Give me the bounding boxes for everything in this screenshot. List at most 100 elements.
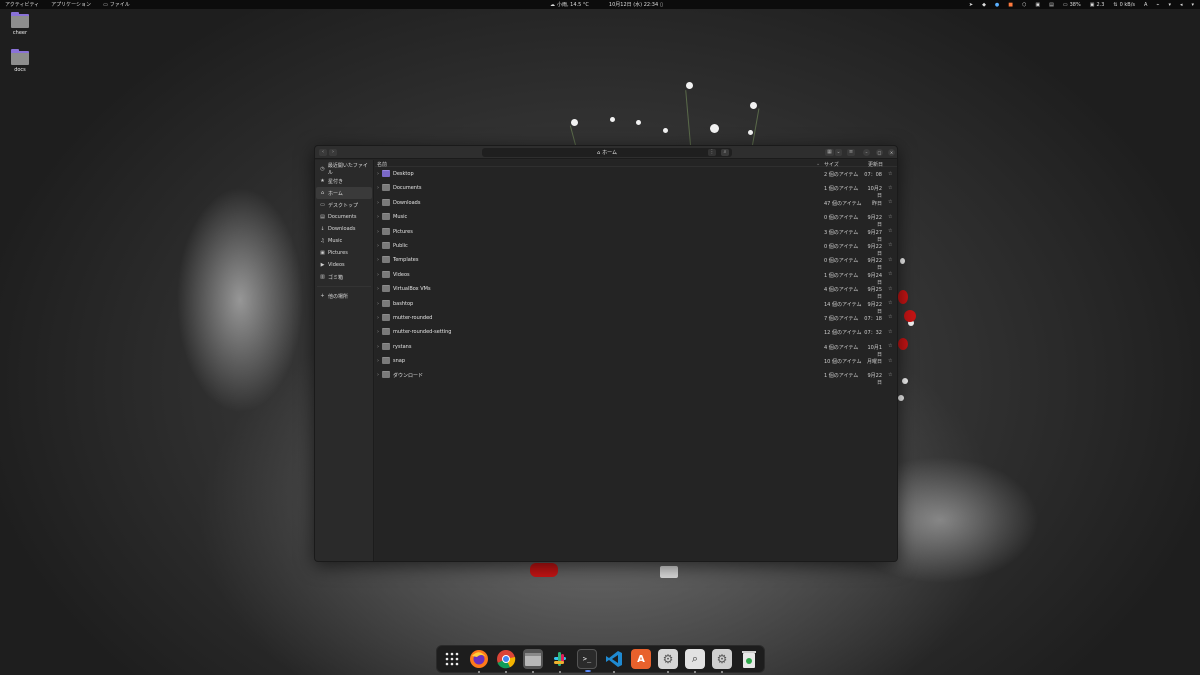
keyboard-layout[interactable]: A <box>1144 2 1147 8</box>
chevron-right-icon[interactable]: › <box>377 214 379 220</box>
table-row[interactable]: › Music 0 個のアイテム 9月22日 ☆ <box>375 210 897 228</box>
star-icon[interactable]: ☆ <box>888 214 892 220</box>
path-menu-button[interactable]: ⋮ <box>708 149 716 156</box>
app-grid-icon[interactable] <box>442 649 462 669</box>
table-row[interactable]: › bashtop 14 個のアイテム 9月22日 ☆ <box>375 297 897 315</box>
files-icon[interactable] <box>523 649 543 673</box>
star-icon[interactable]: ☆ <box>888 358 892 364</box>
slack-icon[interactable] <box>550 649 570 673</box>
display-icon[interactable]: ▣ <box>1035 2 1040 8</box>
desktop-icon-docs[interactable]: docs <box>8 49 32 73</box>
forward-button[interactable]: › <box>329 149 337 156</box>
chevron-right-icon[interactable]: › <box>377 185 379 191</box>
sidebar-item-home[interactable]: ⌂ ホーム <box>316 187 372 199</box>
sidebar-item-starred[interactable]: ★ 星付き <box>316 175 372 187</box>
sidebar-item-other-locations[interactable]: + 他の場所 <box>316 290 372 302</box>
sidebar-item-trash[interactable]: ▥ ゴミ箱 <box>316 271 372 283</box>
net-indicator[interactable]: ⇅ 0 kB/s <box>1113 2 1135 8</box>
clock-button[interactable]: 10月12日 (水) 22:34 ▯ <box>609 1 663 9</box>
star-icon[interactable]: ☆ <box>888 286 892 292</box>
activities-button[interactable]: アクティビティ <box>5 1 39 8</box>
chevron-right-icon[interactable]: › <box>377 257 379 263</box>
files-app-menu[interactable]: ▭ ファイル <box>103 1 130 9</box>
image-viewer-icon[interactable]: ⌕ <box>685 649 705 673</box>
star-icon[interactable]: ☆ <box>888 257 892 263</box>
sidebar-item-music[interactable]: ♫ Music <box>316 235 372 247</box>
star-icon[interactable]: ☆ <box>888 171 892 177</box>
wifi-icon[interactable]: ▾ <box>1168 2 1171 8</box>
close-button[interactable]: × <box>888 149 895 156</box>
cpu-indicator[interactable]: ▣ 2.3 <box>1090 2 1105 8</box>
chevron-right-icon[interactable]: › <box>377 229 379 235</box>
clipboard-tray-icon[interactable]: ▤ <box>1049 2 1054 8</box>
table-row[interactable]: › Documents 1 個のアイテム 10月2日 ☆ <box>375 181 897 199</box>
view-toggle-button[interactable]: ▦ <box>825 149 834 156</box>
sidebar-item-downloads[interactable]: ↓ Downloads <box>316 223 372 235</box>
star-icon[interactable]: ☆ <box>888 228 892 234</box>
table-row[interactable]: › Pictures 3 個のアイテム 9月27日 ☆ <box>375 225 897 243</box>
maximize-button[interactable]: □ <box>876 149 883 156</box>
chevron-right-icon[interactable]: › <box>377 272 379 278</box>
chevron-right-icon[interactable]: › <box>377 315 379 321</box>
path-bar[interactable]: ⌂ ホーム <box>482 148 732 157</box>
power-icon[interactable]: ▾ <box>1191 2 1194 8</box>
vscode-icon[interactable] <box>604 649 624 673</box>
weather-indicator[interactable]: ☁ 小雨, 14.5 °C <box>550 1 589 9</box>
table-row[interactable]: › rystans 4 個のアイテム 10月1日 ☆ <box>375 340 897 358</box>
chevron-right-icon[interactable]: › <box>377 344 379 350</box>
firefox-icon[interactable] <box>469 649 489 673</box>
table-row[interactable]: › mutter-rounded-setting 12 個のアイテム 07：32 ☆ <box>375 325 897 339</box>
table-row[interactable]: › Videos 1 個のアイテム 9月24日 ☆ <box>375 268 897 286</box>
chevron-right-icon[interactable]: › <box>377 372 379 378</box>
chevron-right-icon[interactable]: › <box>377 243 379 249</box>
view-options-button[interactable]: ⌄ <box>835 149 842 156</box>
sidebar-item-documents[interactable]: ▤ Documents <box>316 211 372 223</box>
table-row[interactable]: › Templates 0 個のアイテム 9月22日 ☆ <box>375 253 897 271</box>
sidebar-item-videos[interactable]: ▶ Videos <box>316 259 372 271</box>
table-row[interactable]: › Public 0 個のアイテム 9月22日 ☆ <box>375 239 897 257</box>
volume-icon[interactable]: ◂ <box>1180 2 1183 8</box>
star-icon[interactable]: ☆ <box>888 329 892 335</box>
terminal-icon[interactable]: >_ <box>577 649 597 672</box>
chevron-right-icon[interactable]: › <box>377 358 379 364</box>
menu-button[interactable]: ≡ <box>847 149 855 156</box>
shield-icon[interactable]: ◆ <box>982 2 986 8</box>
table-row[interactable]: › snap 10 個のアイテム 月曜日 ☆ <box>375 354 897 368</box>
applications-menu[interactable]: アプリケーション <box>51 1 91 8</box>
network-icon[interactable]: ⬡ <box>1022 2 1026 8</box>
battery-indicator[interactable]: ▭ 38% <box>1063 2 1081 8</box>
vpn-icon[interactable]: ● <box>995 2 999 8</box>
chevron-right-icon[interactable]: › <box>377 329 379 335</box>
star-icon[interactable]: ☆ <box>888 199 892 205</box>
cursor-icon[interactable]: ➤ <box>969 2 973 8</box>
table-row[interactable]: › Desktop 2 個のアイテム 07：08 ☆ <box>375 167 897 181</box>
minimize-button[interactable]: – <box>863 149 870 156</box>
sidebar-item-desktop[interactable]: ▭ デスクトップ <box>316 199 372 211</box>
star-icon[interactable]: ☆ <box>888 343 892 349</box>
sidebar-item-pictures[interactable]: ▣ Pictures <box>316 247 372 259</box>
table-row[interactable]: › ダウンロード 1 個のアイテム 9月22日 ☆ <box>375 368 897 386</box>
chevron-right-icon[interactable]: › <box>377 286 379 292</box>
star-icon[interactable]: ☆ <box>888 185 892 191</box>
desktop-icon-cheer[interactable]: cheer <box>8 12 32 36</box>
settings-icon[interactable]: ⚙ <box>658 649 678 673</box>
sidebar-item-recent[interactable]: ◷ 最近開いたファイル <box>316 163 372 176</box>
star-icon[interactable]: ☆ <box>888 271 892 277</box>
table-row[interactable]: › mutter-rounded 7 個のアイテム 07：18 ☆ <box>375 311 897 325</box>
search-button[interactable]: ⌕ <box>721 149 729 156</box>
chevron-right-icon[interactable]: › <box>377 301 379 307</box>
table-row[interactable]: › VirtualBox VMs 4 個のアイテム 9月25日 ☆ <box>375 282 897 300</box>
trash-dock-icon[interactable] <box>739 649 759 669</box>
star-icon[interactable]: ☆ <box>888 242 892 248</box>
table-row[interactable]: › Downloads 47 個のアイテム 昨日 ☆ <box>375 196 897 210</box>
star-icon[interactable]: ☆ <box>888 300 892 306</box>
back-button[interactable]: ‹ <box>319 149 327 156</box>
app-indicator-icon[interactable]: ■ <box>1008 2 1013 8</box>
software-center-icon[interactable]: A <box>631 649 651 669</box>
star-icon[interactable]: ☆ <box>888 372 892 378</box>
chrome-icon[interactable] <box>496 649 516 673</box>
chevron-right-icon[interactable]: › <box>377 200 379 206</box>
mic-icon[interactable]: ⌁ <box>1156 2 1159 8</box>
chevron-right-icon[interactable]: › <box>377 171 379 177</box>
star-icon[interactable]: ☆ <box>888 314 892 320</box>
